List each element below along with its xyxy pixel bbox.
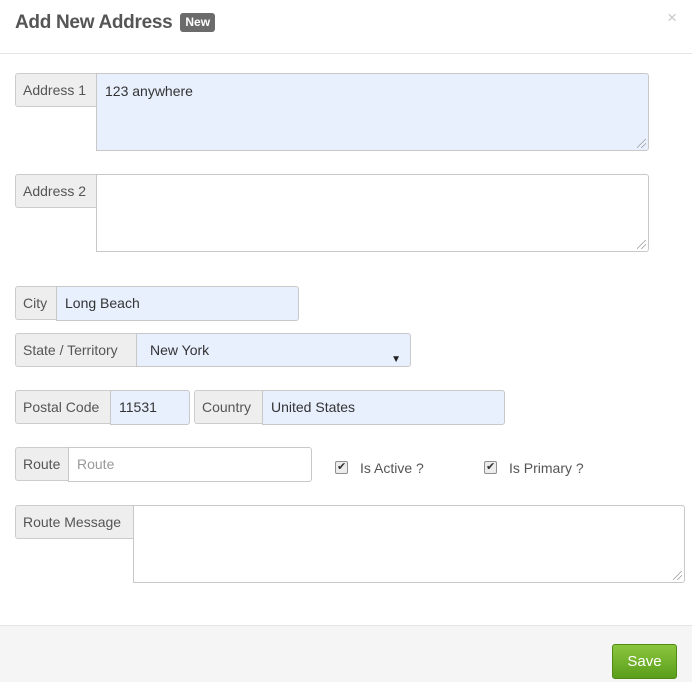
checkmark-icon: ✔ xyxy=(486,461,496,473)
postal-code-input[interactable]: 11531 xyxy=(110,390,190,425)
route-input[interactable]: Route xyxy=(68,447,312,482)
city-label: City xyxy=(15,286,57,320)
modal-header: Add New Address New × xyxy=(0,0,692,54)
is-active-label: Is Active ? xyxy=(360,460,424,476)
resize-grip-icon[interactable] xyxy=(637,139,646,148)
dropdown-arrow-icon: ▼ xyxy=(391,354,401,365)
country-value: United States xyxy=(271,399,356,415)
postal-code-value: 11531 xyxy=(119,399,157,415)
close-icon[interactable]: × xyxy=(667,9,677,26)
route-message-label: Route Message xyxy=(15,505,134,539)
is-primary-label: Is Primary ? xyxy=(509,460,584,476)
modal-title: Add New Address New xyxy=(15,12,216,34)
add-address-modal: Add New Address New × Address 1 123 anyw… xyxy=(0,0,692,682)
route-placeholder: Route xyxy=(77,456,115,472)
checkmark-icon: ✔ xyxy=(337,461,347,473)
route-label: Route xyxy=(15,447,69,481)
country-input[interactable]: United States xyxy=(262,390,505,425)
country-label: Country xyxy=(194,390,263,424)
state-value: New York xyxy=(150,342,210,358)
postal-code-label: Postal Code xyxy=(15,390,111,424)
resize-grip-icon[interactable] xyxy=(637,240,646,249)
address2-label: Address 2 xyxy=(15,174,97,208)
is-primary-checkbox[interactable]: ✔ xyxy=(484,461,497,474)
state-select[interactable]: New York ▼ xyxy=(136,333,411,367)
modal-footer: Save xyxy=(0,625,692,682)
modal-title-text: Add New Address xyxy=(15,12,173,33)
resize-grip-icon[interactable] xyxy=(673,571,682,580)
state-label: State / Territory xyxy=(15,333,137,367)
save-button[interactable]: Save xyxy=(612,644,677,679)
city-input[interactable]: Long Beach xyxy=(56,286,299,321)
route-message-textarea[interactable] xyxy=(133,505,685,583)
address1-textarea[interactable]: 123 anywhere xyxy=(96,73,649,151)
address1-label: Address 1 xyxy=(15,73,97,107)
address1-value: 123 anywhere xyxy=(105,83,193,99)
address2-textarea[interactable] xyxy=(96,174,649,252)
is-active-checkbox[interactable]: ✔ xyxy=(335,461,348,474)
city-value: Long Beach xyxy=(65,295,140,311)
new-badge: New xyxy=(180,13,216,32)
